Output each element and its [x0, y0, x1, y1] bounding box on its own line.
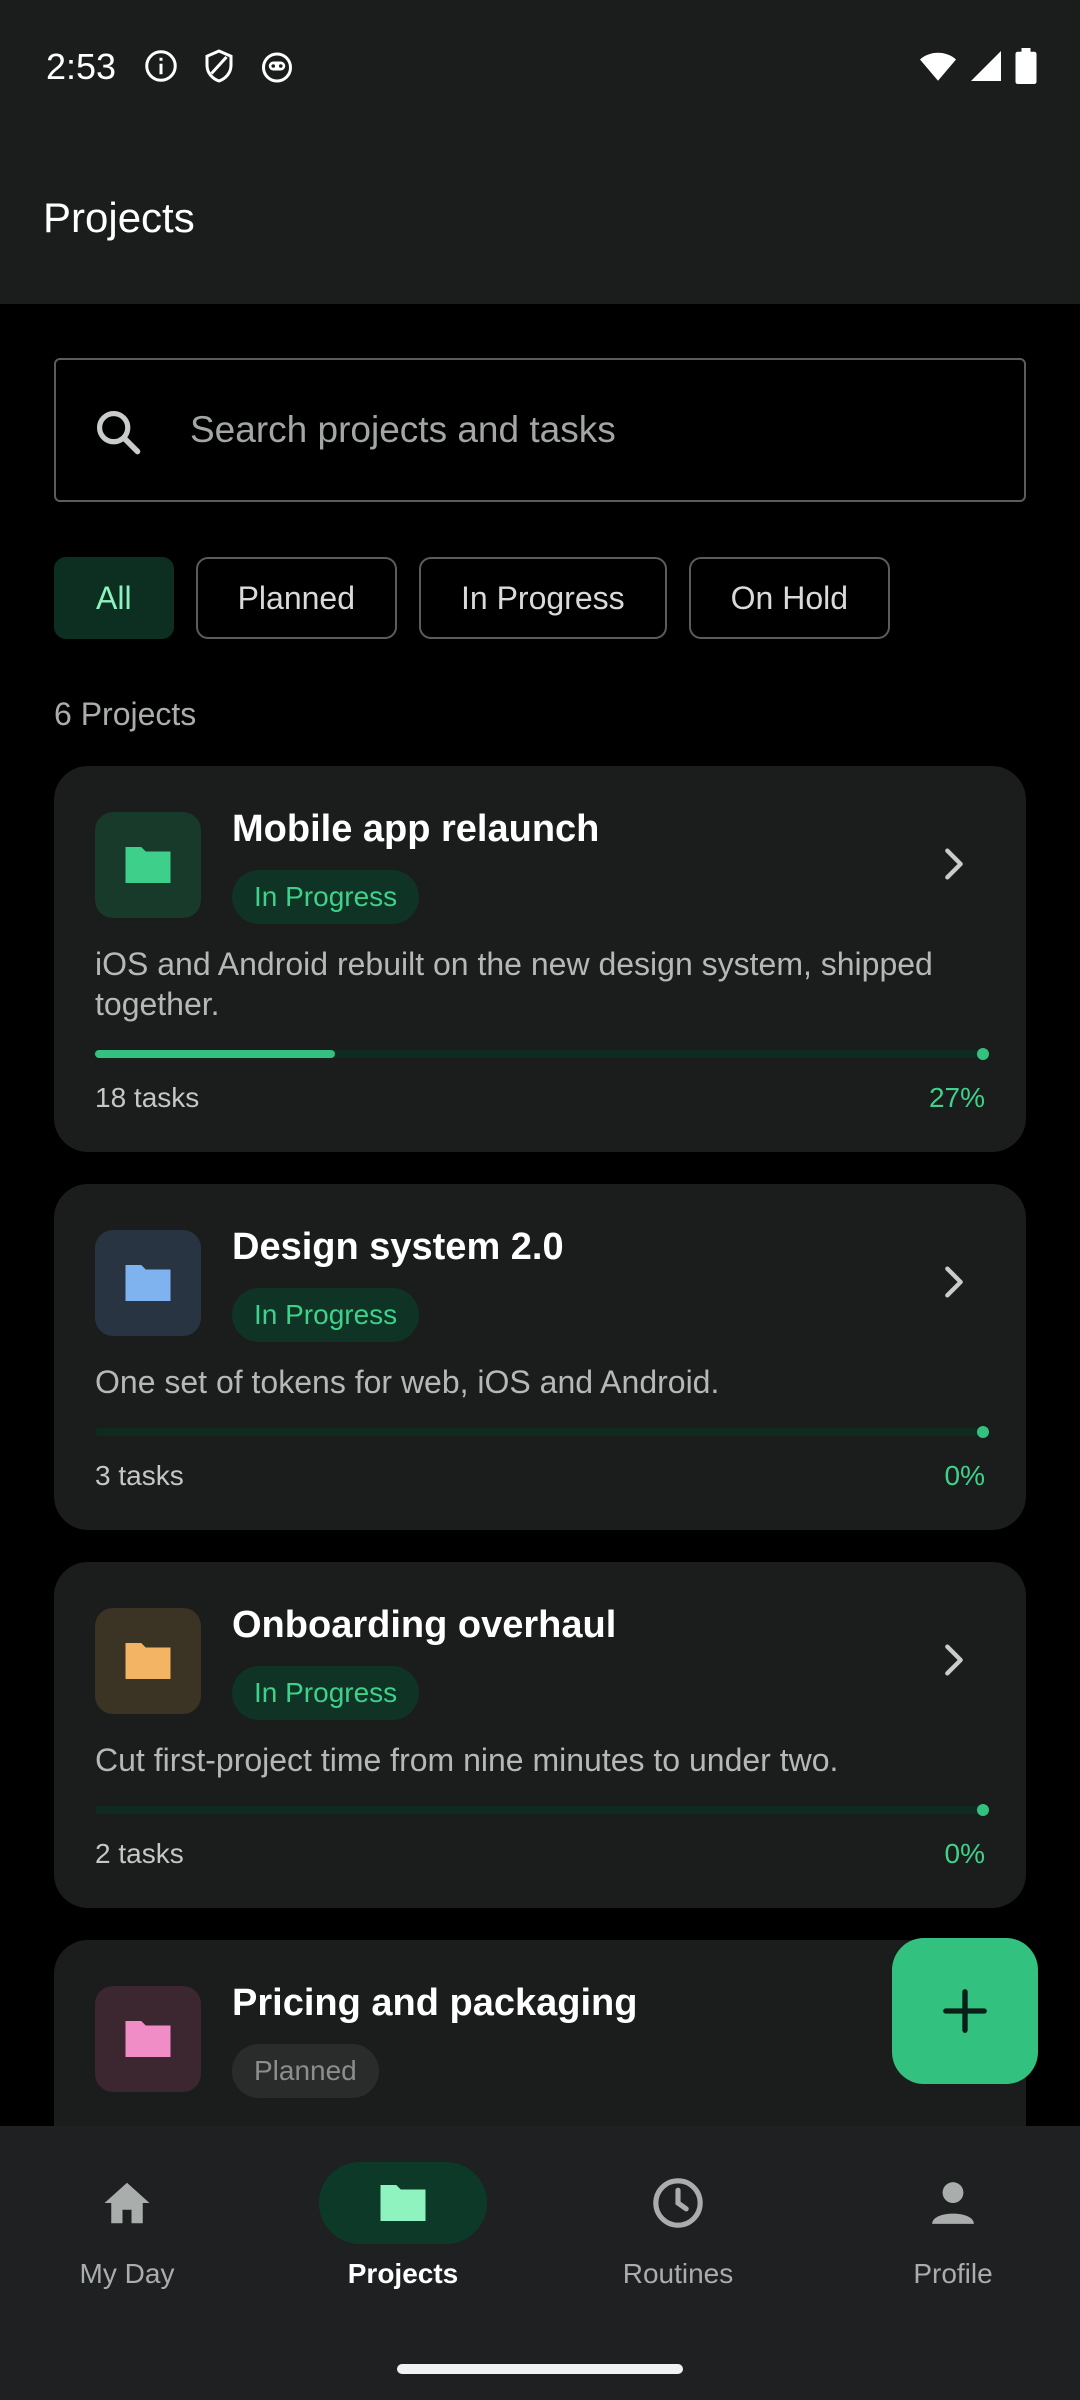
project-title: Design system 2.0	[232, 1226, 564, 1268]
nav-item-profile[interactable]: Profile	[853, 2162, 1053, 2312]
project-folder-badge	[95, 1986, 201, 2092]
task-count: 18 tasks	[95, 1082, 200, 1113]
home-icon	[104, 2182, 150, 2224]
battery-icon	[1015, 48, 1037, 84]
status-bar: 2:53	[0, 0, 1080, 136]
folder-icon	[380, 2185, 426, 2221]
nav-label: Routines	[622, 2258, 734, 2289]
status-filter-chips: All Planned In Progress On Hold	[54, 557, 891, 639]
nav-item-routines[interactable]: Routines	[578, 2162, 778, 2312]
search-box[interactable]	[54, 358, 1026, 502]
project-title: Pricing and packaging	[232, 1982, 638, 2024]
status-badge: In Progress	[232, 1666, 420, 1720]
plus-icon	[943, 1989, 987, 2033]
task-count: 3 tasks	[95, 1460, 184, 1491]
progress-percent: 0%	[944, 1838, 985, 1869]
chevron-right-icon[interactable]	[934, 1640, 974, 1680]
page-title: Projects	[43, 194, 195, 241]
status-badge: Planned	[232, 2044, 379, 2098]
robot-icon	[262, 52, 292, 83]
status-badge: In Progress	[232, 1288, 420, 1342]
filter-chip-in-progress[interactable]: In Progress	[419, 557, 667, 639]
nav-pill	[319, 2162, 487, 2244]
project-card[interactable]: Onboarding overhaul In Progress Cut firs…	[54, 1562, 1026, 1908]
bottom-navigation: My Day Projects Routines Profile	[0, 2126, 1080, 2400]
filter-chip-planned[interactable]: Planned	[195, 557, 397, 639]
project-description: Cut first-project time from nine minutes…	[95, 1742, 839, 1778]
nav-pill	[594, 2162, 762, 2244]
project-title: Onboarding overhaul	[232, 1604, 617, 1646]
nav-label: Profile	[913, 2258, 993, 2289]
app-bar: Projects	[0, 136, 1080, 304]
project-card[interactable]: Mobile app relaunch In Progress iOS and …	[54, 766, 1026, 1152]
folder-icon	[125, 847, 171, 883]
project-folder-badge	[95, 1230, 201, 1336]
project-description: One set of tokens for web, iOS and Andro…	[95, 1364, 720, 1400]
nav-label: My Day	[79, 2258, 175, 2289]
person-icon	[932, 2182, 974, 2224]
folder-icon	[125, 2021, 171, 2057]
wifi-icon	[920, 52, 956, 81]
search-input[interactable]	[190, 362, 990, 498]
task-count: 2 tasks	[95, 1838, 184, 1869]
nav-pill	[869, 2162, 1037, 2244]
home-indicator[interactable]	[397, 2364, 683, 2374]
chevron-right-icon[interactable]	[934, 844, 974, 884]
status-badge: In Progress	[232, 870, 420, 924]
projects-content[interactable]: All Planned In Progress On Hold 6 Projec…	[0, 304, 1080, 2126]
project-count: 6 Projects	[54, 696, 197, 732]
filter-chip-on-hold[interactable]: On Hold	[688, 557, 891, 639]
info-icon	[145, 50, 177, 82]
progress-percent: 0%	[944, 1460, 985, 1491]
progress-bar	[95, 1048, 989, 1060]
search-icon	[96, 410, 141, 455]
signal-icon	[971, 51, 1001, 81]
folder-icon	[125, 1265, 171, 1301]
progress-bar	[95, 1426, 989, 1438]
add-project-button[interactable]	[892, 1938, 1038, 2084]
project-card[interactable]: Pricing and packaging Planned	[54, 1940, 1026, 2126]
nav-item-my-day[interactable]: My Day	[27, 2162, 227, 2312]
project-folder-badge	[95, 812, 201, 918]
chevron-right-icon[interactable]	[934, 1262, 974, 1302]
nav-label: Projects	[347, 2258, 459, 2289]
project-folder-badge	[95, 1608, 201, 1714]
project-card[interactable]: Design system 2.0 In Progress One set of…	[54, 1184, 1026, 1530]
progress-bar-end-dot	[977, 1048, 989, 1060]
shield-icon	[205, 49, 233, 83]
status-time: 2:53	[46, 46, 117, 87]
clock-icon	[653, 2178, 703, 2228]
progress-bar-end-dot	[977, 1426, 989, 1438]
progress-bar	[95, 1804, 989, 1816]
nav-item-projects[interactable]: Projects	[303, 2162, 503, 2312]
folder-icon	[125, 1643, 171, 1679]
filter-chip-all[interactable]: All	[54, 557, 174, 639]
progress-bar-fill	[95, 1050, 336, 1058]
nav-pill	[43, 2162, 211, 2244]
project-title: Mobile app relaunch	[232, 808, 600, 850]
project-description: iOS and Android rebuilt on the new desig…	[95, 946, 933, 1022]
progress-percent: 27%	[928, 1082, 985, 1113]
progress-bar-end-dot	[977, 1804, 989, 1816]
